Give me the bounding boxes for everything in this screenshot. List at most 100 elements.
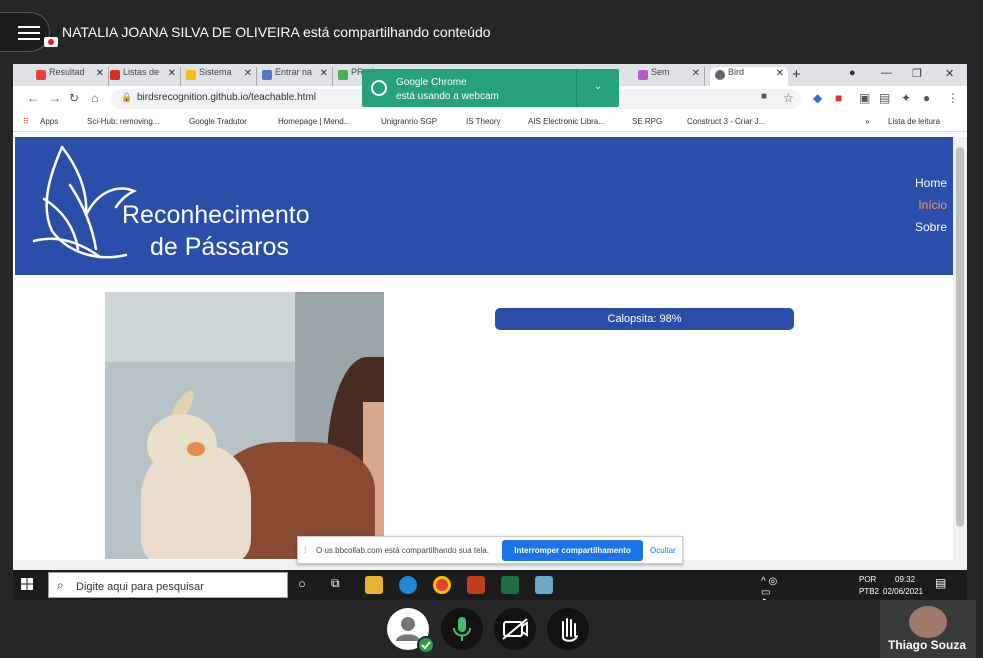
notification-icon[interactable]: ▤ bbox=[935, 576, 953, 594]
screen-share-icon bbox=[44, 37, 58, 47]
check-icon bbox=[417, 636, 435, 654]
nav-sobre[interactable]: Sobre bbox=[915, 220, 947, 234]
nav-home[interactable]: Home bbox=[915, 176, 947, 190]
webcam-notification[interactable]: Google Chrome está usando a webcam ⌄ bbox=[362, 69, 619, 107]
divider bbox=[576, 69, 577, 107]
menu-button[interactable] bbox=[0, 12, 50, 52]
app-icon[interactable] bbox=[535, 576, 553, 594]
edge-icon[interactable] bbox=[399, 576, 417, 594]
hand-icon bbox=[562, 618, 578, 642]
close-icon[interactable]: ✕ bbox=[168, 68, 176, 79]
bookmark-item[interactable]: Homepage | Mend... bbox=[278, 117, 350, 126]
bookmark-item[interactable]: Construct 3 - Criar J... bbox=[687, 117, 765, 126]
minimize-button[interactable]: — bbox=[881, 67, 892, 79]
bookmark-item[interactable]: Unigranrio SGP bbox=[381, 117, 437, 126]
browser-tab[interactable]: Listas de ✕ bbox=[105, 67, 181, 86]
extension-icon[interactable]: ▤ bbox=[879, 91, 890, 105]
chevron-down-icon[interactable]: ⌄ bbox=[594, 81, 602, 92]
teams-icon bbox=[262, 70, 272, 80]
reading-list[interactable]: Lista de leitura bbox=[888, 117, 940, 126]
bookmark-item[interactable]: Google Tradutor bbox=[189, 117, 247, 126]
powerpoint-icon[interactable] bbox=[467, 576, 485, 594]
reload-icon[interactable]: ↻ bbox=[69, 91, 79, 105]
participant-tile[interactable]: Thiago Souza bbox=[880, 600, 976, 658]
windows-start-icon[interactable] bbox=[21, 578, 33, 590]
site-header: Reconhecimento de Pássaros Home Início S… bbox=[15, 137, 953, 275]
bookmark-item[interactable]: IS Theory bbox=[466, 117, 501, 126]
tray-time[interactable]: 09:32 bbox=[895, 575, 915, 584]
web-icon bbox=[638, 70, 648, 80]
close-icon[interactable]: ✕ bbox=[96, 68, 104, 79]
drag-handle-icon[interactable]: ⁞ bbox=[304, 545, 307, 555]
restore-button[interactable]: ❐ bbox=[912, 67, 922, 80]
hide-button[interactable]: Ocultar bbox=[650, 546, 676, 555]
avatar[interactable]: ● bbox=[923, 91, 930, 105]
more-icon[interactable]: ⋮ bbox=[947, 91, 959, 105]
taskbar-search[interactable]: ⌕ Digite aqui para pesquisar bbox=[48, 572, 288, 598]
excel-icon[interactable] bbox=[501, 576, 519, 594]
logo-title: Reconhecimento bbox=[122, 201, 310, 229]
gmail-icon bbox=[110, 70, 120, 80]
new-tab-button[interactable]: + bbox=[792, 66, 801, 83]
star-icon[interactable]: ☆ bbox=[783, 91, 794, 105]
cortana-icon[interactable]: ○ bbox=[298, 576, 316, 594]
camera-off-icon bbox=[502, 618, 528, 640]
stop-sharing-button[interactable]: Interromper compartilhamento bbox=[502, 540, 643, 561]
vertical-scrollbar[interactable] bbox=[953, 137, 967, 600]
nav-inicio[interactable]: Início bbox=[918, 198, 947, 212]
tray-date[interactable]: 02/06/2021 bbox=[883, 587, 923, 596]
back-icon[interactable]: ← bbox=[27, 91, 39, 105]
webcam-video bbox=[105, 292, 384, 559]
bookmark-item[interactable]: Apps bbox=[40, 117, 58, 126]
file-explorer-icon[interactable] bbox=[365, 576, 383, 594]
prediction-result: Calopsita: 98% bbox=[495, 308, 794, 330]
tab-label: Listas de bbox=[123, 67, 160, 77]
share-notice-bar: ⁞ O us.bbcollab.com está compartilhando … bbox=[297, 536, 683, 564]
tray-icons[interactable]: ^ ◎ ▭ ⚑ ◔ ◁) bbox=[761, 576, 779, 600]
browser-tab[interactable]: Entrar na ✕ bbox=[257, 67, 333, 86]
bookmark-item[interactable]: AIS Electronic Libra... bbox=[528, 117, 605, 126]
tray-keyboard[interactable]: PTB2 bbox=[859, 587, 879, 596]
tray-language[interactable]: POR bbox=[859, 575, 876, 584]
extension-icon[interactable]: ▣ bbox=[859, 91, 870, 105]
browser-tab[interactable]: Sistema ✕ bbox=[181, 67, 257, 86]
shared-screen: Resultad ✕ Listas de ✕ Sistema ✕ Entrar na ✕… bbox=[13, 64, 967, 600]
profile-icon[interactable]: ● bbox=[849, 67, 856, 79]
extension-icon[interactable]: ■ bbox=[835, 91, 842, 105]
bookmark-item[interactable]: SE RPG bbox=[632, 117, 662, 126]
close-icon[interactable]: ✕ bbox=[244, 68, 252, 79]
notification-title: Google Chrome bbox=[396, 77, 467, 88]
bird-head bbox=[147, 414, 217, 476]
chrome-icon[interactable] bbox=[433, 576, 451, 594]
avatar bbox=[909, 606, 947, 638]
close-icon[interactable]: ✕ bbox=[776, 68, 784, 79]
extension-icon[interactable]: ◆ bbox=[813, 91, 822, 105]
webcam-icon bbox=[371, 80, 387, 96]
windows-taskbar: ⌕ Digite aqui para pesquisar ○ ⧉ ^ ◎ ▭ ⚑… bbox=[13, 570, 967, 600]
search-placeholder: Digite aqui para pesquisar bbox=[76, 581, 204, 593]
tab-label: Sem bbox=[651, 67, 670, 77]
close-icon[interactable]: ✕ bbox=[692, 68, 700, 79]
browser-tab[interactable]: Sem ✕ bbox=[633, 67, 705, 86]
scrollbar-thumb[interactable] bbox=[956, 147, 964, 527]
bookmarks-bar: ⠿ Apps Sci-Hub: removing... Google Tradu… bbox=[13, 112, 967, 132]
camera-icon[interactable]: ■ bbox=[761, 91, 767, 102]
apps-icon: ⠿ bbox=[23, 117, 29, 126]
task-view-icon[interactable]: ⧉ bbox=[331, 576, 349, 594]
bookmark-item[interactable]: Sci-Hub: removing... bbox=[87, 117, 159, 126]
close-icon[interactable]: ✕ bbox=[320, 68, 328, 79]
logo-subtitle: de Pássaros bbox=[150, 233, 289, 261]
web-icon bbox=[715, 70, 725, 80]
browser-tab[interactable]: Resultad ✕ bbox=[31, 67, 109, 86]
raise-hand-button[interactable] bbox=[547, 608, 589, 650]
puzzle-icon[interactable]: ✦ bbox=[901, 91, 911, 105]
close-window-button[interactable]: ✕ bbox=[945, 67, 954, 80]
forward-icon[interactable]: → bbox=[49, 91, 61, 105]
tab-label: Bird bbox=[728, 67, 745, 77]
home-icon[interactable]: ⌂ bbox=[91, 91, 98, 105]
hamburger-icon bbox=[18, 26, 40, 40]
browser-tab-active[interactable]: Bird ✕ bbox=[710, 67, 788, 86]
microphone-button[interactable] bbox=[441, 608, 483, 650]
camera-button[interactable] bbox=[494, 608, 536, 650]
more-bookmarks-icon[interactable]: » bbox=[865, 117, 869, 126]
